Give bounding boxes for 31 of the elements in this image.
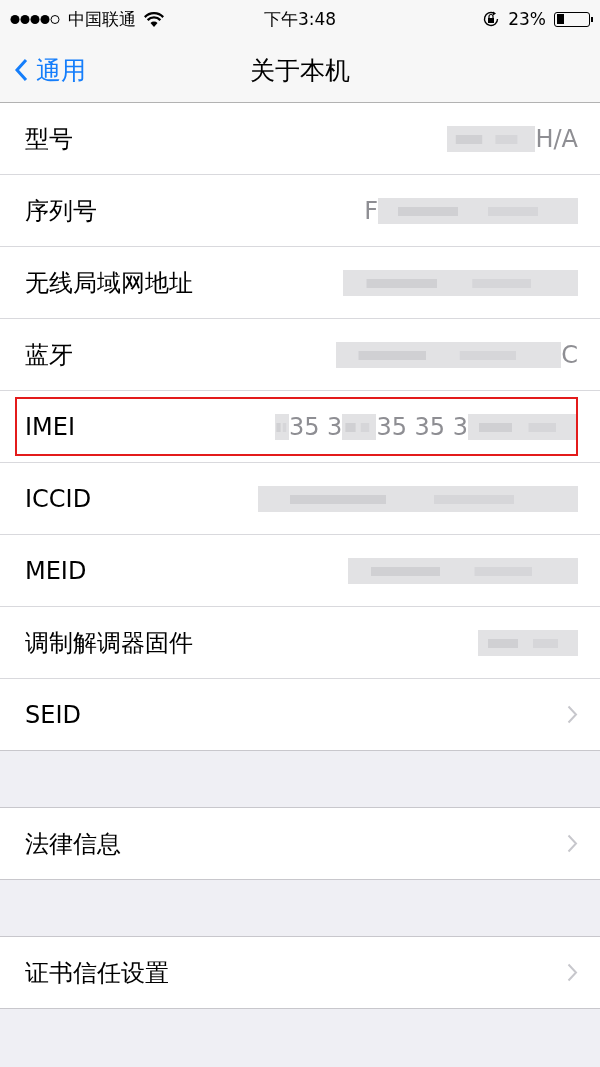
row-label: 证书信任设置	[25, 957, 169, 989]
settings-row[interactable]: SEID	[0, 679, 600, 750]
row-label: 序列号	[25, 195, 97, 227]
row-value: 35 3	[288, 412, 343, 441]
row-value: 35 35 3	[376, 412, 468, 441]
rotation-lock-icon	[482, 10, 501, 28]
signal-icon	[10, 13, 60, 25]
carrier-name: 中国联通	[68, 7, 136, 31]
status-time: 下午3:48	[263, 7, 337, 31]
row-label: SEID	[25, 700, 81, 729]
battery-icon	[554, 11, 590, 27]
row-label: IMEI	[25, 412, 76, 441]
row-label: 蓝牙	[25, 339, 73, 371]
back-button[interactable]: 通用	[0, 53, 86, 87]
page-title: 关于本机	[250, 54, 350, 87]
wifi-icon	[144, 11, 164, 27]
row-label: 法律信息	[25, 828, 121, 860]
row-label: ICCID	[25, 484, 92, 513]
row-value: C	[561, 340, 578, 369]
row-label: 无线局域网地址	[25, 267, 193, 299]
row-label: 调制解调器固件	[25, 627, 193, 659]
row-value: F	[364, 196, 378, 225]
settings-row[interactable]: 证书信任设置	[0, 937, 600, 1008]
row-label: MEID	[25, 556, 87, 585]
battery-percent: 23%	[508, 9, 546, 29]
row-value: H/A	[535, 124, 578, 153]
settings-row[interactable]: 法律信息	[0, 808, 600, 879]
redaction-blur	[342, 413, 377, 440]
redaction-blur	[274, 413, 289, 440]
row-label: 型号	[25, 123, 73, 155]
back-chevron-icon	[14, 58, 28, 82]
